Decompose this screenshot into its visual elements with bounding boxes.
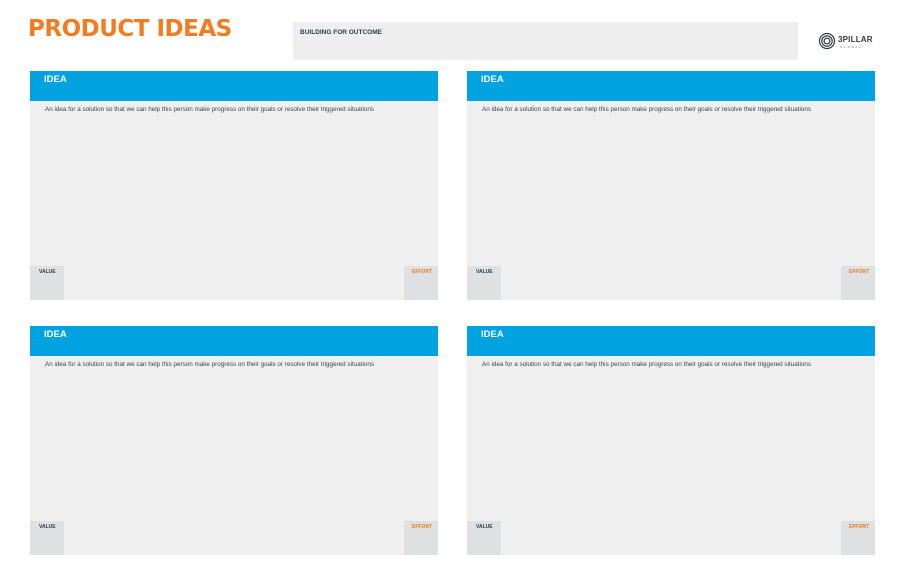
idea-card[interactable]: IDEA An idea for a solution so that we c… <box>467 71 875 300</box>
idea-card[interactable]: IDEA An idea for a solution so that we c… <box>30 326 438 555</box>
outcome-label: BUILDING FOR OUTCOME <box>300 29 382 36</box>
idea-card-title: IDEA <box>44 74 67 85</box>
effort-label: EFFORT <box>412 269 432 275</box>
idea-card-description: An idea for a solution so that we can he… <box>482 106 812 113</box>
value-label: VALUE <box>476 269 493 275</box>
value-box[interactable]: VALUE <box>467 521 501 555</box>
logo: 3PILLAR GLOBAL <box>818 32 874 50</box>
idea-card-header: IDEA <box>467 71 875 101</box>
idea-card-description: An idea for a solution so that we can he… <box>482 361 812 368</box>
effort-box[interactable]: EFFORT <box>404 266 438 300</box>
value-box[interactable]: VALUE <box>467 266 501 300</box>
idea-card-description: An idea for a solution so that we can he… <box>45 106 375 113</box>
effort-label: EFFORT <box>849 269 869 275</box>
page-title: PRODUCT IDEAS <box>28 16 232 42</box>
value-box[interactable]: VALUE <box>30 266 64 300</box>
idea-card[interactable]: IDEA An idea for a solution so that we c… <box>30 71 438 300</box>
value-label: VALUE <box>476 524 493 530</box>
effort-box[interactable]: EFFORT <box>404 521 438 555</box>
idea-card-title: IDEA <box>44 329 67 340</box>
effort-label: EFFORT <box>849 524 869 530</box>
logo-subtitle: GLOBAL <box>840 45 863 49</box>
outcome-box[interactable]: BUILDING FOR OUTCOME <box>293 22 798 60</box>
value-label: VALUE <box>39 269 56 275</box>
idea-card-header: IDEA <box>30 71 438 101</box>
idea-card-header: IDEA <box>30 326 438 356</box>
idea-card-title: IDEA <box>481 74 504 85</box>
logo-rings-icon <box>818 32 836 50</box>
idea-card-header: IDEA <box>467 326 875 356</box>
idea-card[interactable]: IDEA An idea for a solution so that we c… <box>467 326 875 555</box>
value-box[interactable]: VALUE <box>30 521 64 555</box>
idea-card-title: IDEA <box>481 329 504 340</box>
effort-label: EFFORT <box>412 524 432 530</box>
idea-card-description: An idea for a solution so that we can he… <box>45 361 375 368</box>
value-label: VALUE <box>39 524 56 530</box>
effort-box[interactable]: EFFORT <box>841 521 875 555</box>
effort-box[interactable]: EFFORT <box>841 266 875 300</box>
logo-name: 3PILLAR <box>838 35 873 44</box>
